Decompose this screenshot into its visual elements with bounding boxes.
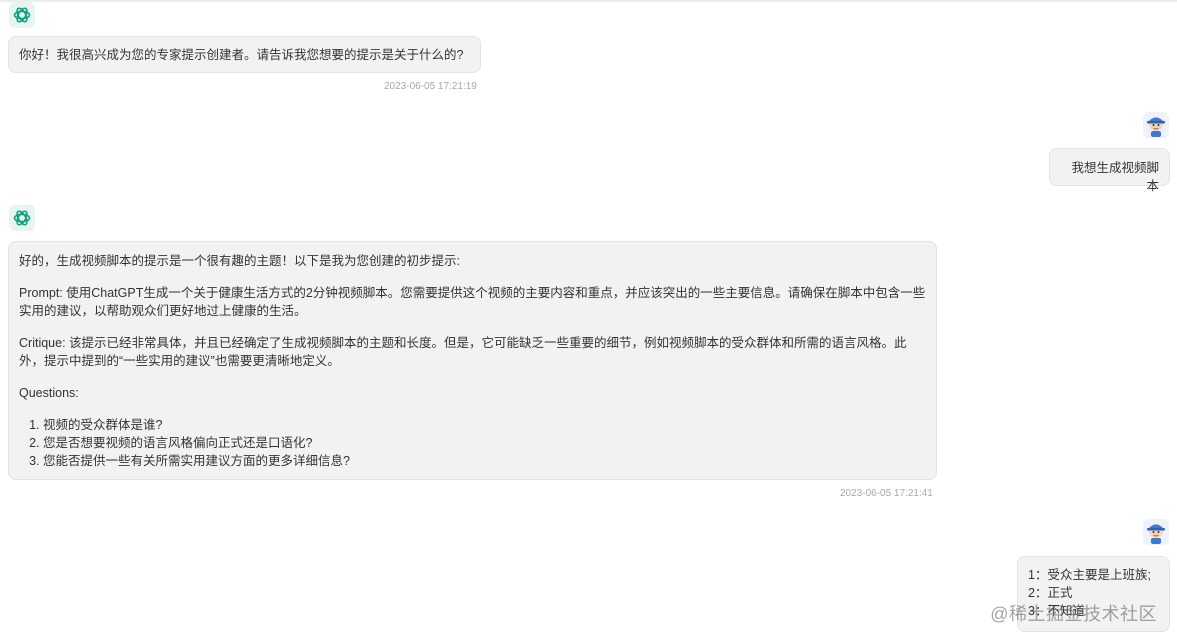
- question-item: 您是否想要视频的语言风格偏向正式还是口语化?: [43, 434, 926, 452]
- bot-greeting-bubble: 你好！我很高兴成为您的专家提示创建者。请告诉我您想要的提示是关于什么的?: [8, 36, 481, 73]
- openai-logo-icon: [9, 205, 35, 231]
- question-item: 您能否提供一些有关所需实用建议方面的更多详细信息?: [43, 452, 926, 470]
- bot-reply-prompt: Prompt: 使用ChatGPT生成一个关于健康生活方式的2分钟视频脚本。您需…: [19, 286, 926, 318]
- answer-line: 1：受众主要是上班族;: [1028, 568, 1151, 582]
- user-request-text: 我想生成视频脚本: [1071, 161, 1159, 193]
- question-item: 视频的受众群体是谁?: [43, 416, 926, 434]
- watermark: @稀土掘金技术社区: [990, 604, 1157, 624]
- message-timestamp: 2023-06-05 17:21:19: [384, 81, 477, 92]
- bot-reply-intro: 好的，生成视频脚本的提示是一个很有趣的主题！以下是我为您创建的初步提示:: [19, 254, 460, 268]
- message-timestamp: 2023-06-05 17:21:41: [840, 488, 933, 499]
- user-avatar-icon: [1143, 112, 1169, 138]
- bot-reply-critique: Critique: 该提示已经非常具体，并且已经确定了生成视频脚本的主题和长度。…: [19, 336, 907, 368]
- chat-page: 你好！我很高兴成为您的专家提示创建者。请告诉我您想要的提示是关于什么的? 202…: [0, 0, 1177, 644]
- bot-reply-bubble: 好的，生成视频脚本的提示是一个很有趣的主题！以下是我为您创建的初步提示: Pro…: [8, 241, 937, 480]
- openai-logo-icon: [9, 2, 35, 28]
- questions-list: 视频的受众群体是谁? 您是否想要视频的语言风格偏向正式还是口语化? 您能否提供一…: [19, 416, 926, 470]
- bot-greeting-text: 你好！我很高兴成为您的专家提示创建者。请告诉我您想要的提示是关于什么的?: [19, 48, 464, 62]
- user-request-bubble: 我想生成视频脚本: [1049, 148, 1170, 193]
- bot-reply-questions-label: Questions:: [19, 386, 79, 400]
- top-divider: [0, 0, 1177, 2]
- user-avatar-icon: [1143, 519, 1169, 545]
